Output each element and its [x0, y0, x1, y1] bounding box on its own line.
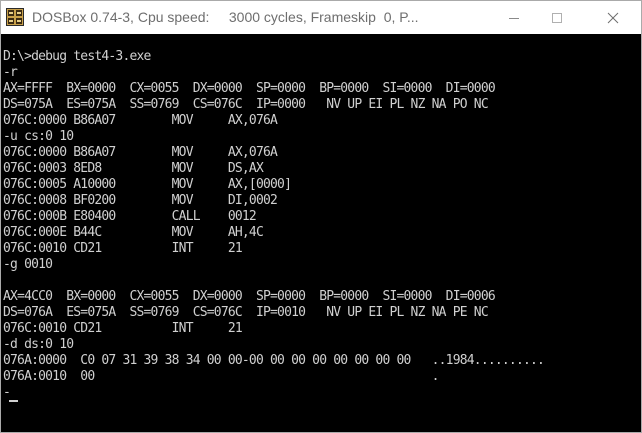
console-line: AX=FFFF BX=0000 CX=0055 DX=0000 SP=0000 … — [3, 81, 496, 96]
console-line: D:\>debug test4-3.exe — [3, 49, 151, 64]
console-line: -d ds:0 10 — [3, 337, 74, 352]
console-line: -r — [3, 65, 18, 80]
console-line: DS=075A ES=075A SS=0769 CS=076C IP=0000 … — [3, 97, 489, 112]
console-line: 076C:000E B44C MOV AH,4C — [3, 225, 264, 240]
console-line: -u cs:0 10 — [3, 129, 74, 144]
console-line: - — [3, 385, 11, 400]
maximize-icon[interactable] — [534, 1, 579, 34]
console-line: 076C:0000 B86A07 MOV AX,076A — [3, 145, 278, 160]
console-line: 076C:0000 B86A07 MOV AX,076A — [3, 113, 278, 128]
console-line: DS=076A ES=075A SS=0769 CS=076C IP=0010 … — [3, 305, 489, 320]
console-line: 076C:0003 8ED8 MOV DS,AX — [3, 161, 264, 176]
window-title: DOSBox 0.74-3, Cpu speed: 3000 cycles, F… — [32, 9, 419, 25]
console-line: AX=4CC0 BX=0000 CX=0055 DX=0000 SP=0000 … — [3, 289, 496, 304]
console-line: 076C:000B E80400 CALL 0012 — [3, 209, 257, 224]
dos-console[interactable]: D:\>debug test4-3.exe -r AX=FFFF BX=0000 C… — [1, 34, 641, 432]
dosbox-app-icon[interactable] — [6, 8, 24, 26]
console-line: 076C:0005 A10000 MOV AX,[0000] — [3, 177, 292, 192]
title-bar[interactable]: DOSBox 0.74-3, Cpu speed: 3000 cycles, F… — [1, 1, 641, 34]
console-line: 076C:0010 CD21 INT 21 — [3, 321, 243, 336]
console-line: 076C:0008 BF0200 MOV DI,0002 — [3, 193, 278, 208]
close-icon[interactable] — [590, 1, 635, 34]
text-cursor — [9, 400, 18, 402]
console-line: -g 0010 — [3, 257, 53, 272]
minimize-icon[interactable] — [491, 1, 536, 34]
console-line: 076A:0000 C0 07 31 39 38 34 00 00-00 00 … — [3, 353, 545, 368]
console-line: 076A:0010 00 . — [3, 369, 439, 384]
dosbox-window: DOSBox 0.74-3, Cpu speed: 3000 cycles, F… — [0, 0, 642, 433]
console-output: D:\>debug test4-3.exe -r AX=FFFF BX=0000 C… — [3, 49, 545, 401]
console-line: 076C:0010 CD21 INT 21 — [3, 241, 243, 256]
